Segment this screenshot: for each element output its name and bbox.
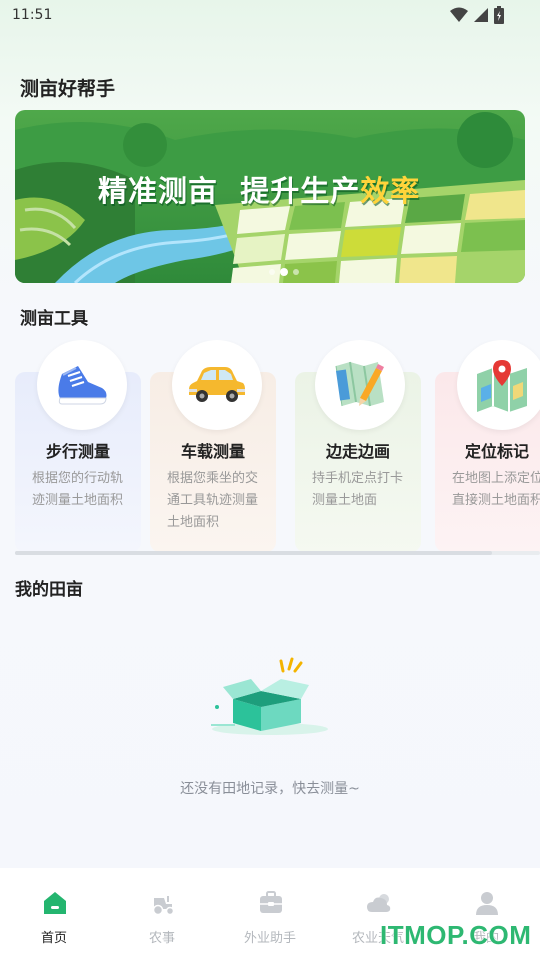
tool-icon-circle [172, 340, 262, 430]
empty-state-text: 还没有田地记录，快去测量~ [180, 781, 360, 797]
app-title: 测亩好帮手 [20, 78, 116, 100]
promo-banner[interactable]: 精准测亩 提升生产效率 [15, 110, 525, 283]
tools-scrollbar-thumb[interactable] [15, 551, 492, 555]
tab-label: 外业助手 [243, 931, 296, 946]
tool-card-car-measure[interactable]: 车载测量 根据您乘坐的交通工具轨迹测量土地面积 [150, 340, 276, 552]
banner-dot-active [280, 268, 288, 276]
tool-icon-circle [457, 340, 540, 430]
home-icon [44, 892, 66, 914]
tool-name: 边走边画 [325, 442, 390, 461]
tools-section-title: 测亩工具 [20, 309, 88, 329]
banner-dot [293, 269, 299, 275]
tractor-icon [152, 896, 175, 916]
tools-carousel[interactable]: 步行测量 根据您的行动轨迹测量土地面积 车载测量 根据您乘坐的交通工具轨迹测量土… [15, 340, 540, 555]
tool-name: 定位标记 [465, 442, 530, 461]
banner-headline: 精准测亩 提升生产效率 [98, 168, 420, 210]
tab-field-assistant[interactable]: 外业助手 [216, 868, 324, 960]
map-pencil-icon [335, 361, 384, 407]
tab-home[interactable]: 首页 [0, 868, 108, 960]
cloud-icon [367, 894, 391, 912]
site-watermark: ITMOP.COM [380, 920, 532, 950]
signal-icon [474, 8, 488, 22]
tool-card-walk-measure[interactable]: 步行测量 根据您的行动轨迹测量土地面积 [15, 340, 141, 552]
tool-card-location-mark[interactable]: 定位标记 在地图上添定位直接测土地面积 [435, 340, 540, 552]
tab-label: 首页 [40, 931, 67, 946]
tool-desc: 根据您的行动轨迹测量土地面积 [32, 471, 124, 508]
banner-pagination [269, 268, 299, 276]
battery-icon [494, 6, 504, 24]
fields-section-title: 我的田亩 [15, 580, 83, 600]
wifi-icon [450, 7, 468, 22]
tool-icon-circle [315, 340, 405, 430]
tab-farming[interactable]: 农事 [108, 868, 216, 960]
banner-headline-part2: 提升生产 [240, 174, 361, 208]
tool-desc: 根据您乘坐的交通工具轨迹测量土地面积 [167, 471, 259, 530]
toolbox-icon [260, 891, 282, 913]
banner-headline-part1: 精准测亩 [98, 174, 219, 208]
tool-desc: 在地图上添定位直接测土地面积 [452, 471, 540, 508]
tab-label: 农事 [148, 931, 175, 946]
tool-card-walk-draw[interactable]: 边走边画 持手机定点打卡测量土地面 [295, 340, 421, 552]
tool-name: 步行测量 [45, 442, 110, 461]
user-icon [476, 892, 498, 915]
tool-desc: 持手机定点打卡测量土地面 [312, 471, 404, 508]
car-icon [189, 367, 245, 402]
tool-icon-circle [37, 340, 127, 430]
sneaker-icon [58, 366, 107, 405]
tool-name: 车载测量 [180, 442, 245, 461]
map-pin-icon [477, 360, 527, 412]
empty-box-icon [211, 657, 328, 735]
banner-dot [269, 269, 275, 275]
status-time: 11:51 [12, 7, 53, 23]
tools-scrollbar[interactable] [15, 551, 540, 555]
status-bar: 11:51 [0, 0, 540, 32]
banner-headline-highlight: 效率 [360, 174, 421, 208]
status-icons [450, 6, 504, 24]
